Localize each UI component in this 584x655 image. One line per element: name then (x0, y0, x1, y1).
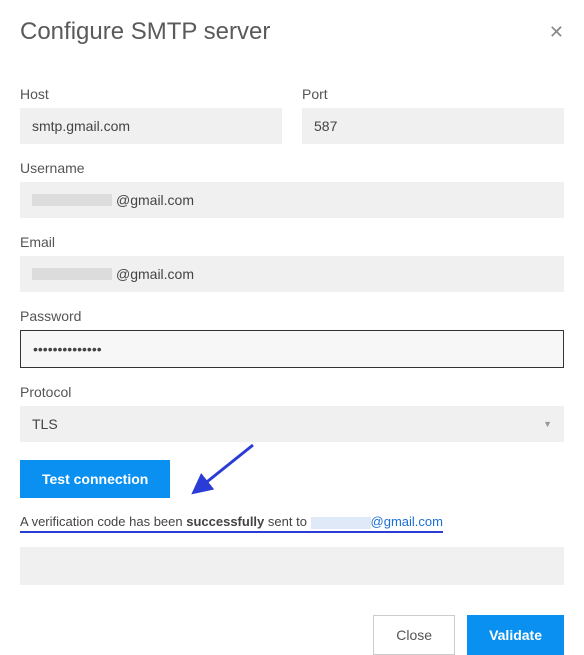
password-input[interactable] (20, 330, 564, 368)
username-label: Username (20, 160, 564, 176)
annotation-arrow-icon (188, 440, 268, 500)
port-label: Port (302, 86, 564, 102)
close-button[interactable]: Close (373, 615, 455, 655)
host-label: Host (20, 86, 282, 102)
username-input[interactable]: @gmail.com (20, 182, 564, 218)
email-suffix: @gmail.com (116, 266, 194, 282)
email-label: Email (20, 234, 564, 250)
username-field: Username @gmail.com (20, 160, 564, 218)
redacted-text (311, 517, 371, 529)
dialog-footer: Close Validate (20, 615, 564, 655)
chevron-down-icon: ▼ (543, 419, 552, 429)
validate-button[interactable]: Validate (467, 615, 564, 655)
dialog-title: Configure SMTP server (20, 18, 270, 46)
status-strong: successfully (186, 514, 264, 529)
dialog-header: Configure SMTP server ✕ (20, 18, 564, 46)
host-input[interactable] (20, 108, 282, 144)
status-mid: sent to (264, 514, 310, 529)
protocol-field: Protocol TLS ▼ (20, 384, 564, 442)
email-input[interactable]: @gmail.com (20, 256, 564, 292)
close-icon[interactable]: ✕ (549, 23, 564, 41)
password-field: Password (20, 308, 564, 368)
protocol-select[interactable]: TLS ▼ (20, 406, 564, 442)
status-prefix: A verification code has been (20, 514, 186, 529)
status-email: @gmail.com (371, 514, 443, 529)
protocol-label: Protocol (20, 384, 564, 400)
empty-panel (20, 547, 564, 585)
redacted-text (32, 268, 112, 280)
password-label: Password (20, 308, 564, 324)
email-field: Email @gmail.com (20, 234, 564, 292)
port-input[interactable] (302, 108, 564, 144)
redacted-text (32, 194, 112, 206)
status-message: A verification code has been successfull… (20, 514, 443, 533)
username-suffix: @gmail.com (116, 192, 194, 208)
protocol-value: TLS (32, 416, 58, 432)
port-field: Port (302, 86, 564, 144)
test-connection-button[interactable]: Test connection (20, 460, 170, 498)
host-field: Host (20, 86, 282, 144)
